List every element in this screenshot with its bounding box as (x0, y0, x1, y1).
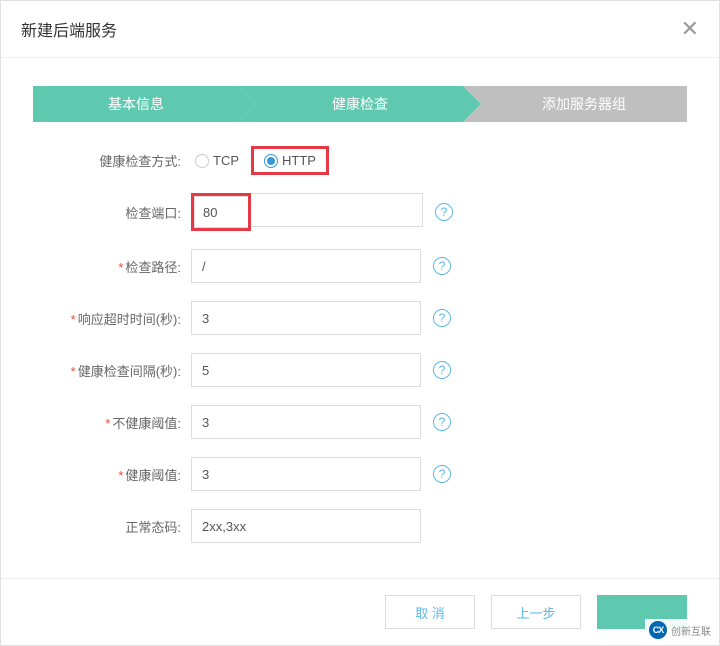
input-wrap: ? (191, 301, 451, 335)
input-status-code[interactable] (191, 509, 421, 543)
label-check-path: 检查路径: (61, 257, 191, 276)
row-unhealthy-threshold: 不健康阈值: ? (61, 405, 659, 439)
modal-title: 新建后端服务 (21, 17, 117, 41)
input-wrap (191, 509, 421, 543)
radio-icon (195, 154, 209, 168)
input-extend (251, 193, 423, 227)
close-button[interactable]: ✕ (681, 18, 699, 40)
label-unhealthy-threshold: 不健康阈值: (61, 413, 191, 432)
radio-label: TCP (213, 153, 239, 168)
row-status-code: 正常态码: (61, 509, 659, 543)
input-response-timeout[interactable] (191, 301, 421, 335)
input-wrap: ? (191, 457, 451, 491)
watermark-text: 创新互联 (671, 623, 711, 638)
input-healthy-threshold[interactable] (191, 457, 421, 491)
input-unhealthy-threshold[interactable] (191, 405, 421, 439)
help-icon[interactable]: ? (435, 203, 453, 221)
radio-icon-checked (264, 154, 278, 168)
row-response-timeout: 响应超时时间(秒): ? (61, 301, 659, 335)
step-basic-info[interactable]: 基本信息 (33, 86, 239, 122)
row-check-method: 健康检查方式: TCP HTTP (61, 146, 659, 175)
row-check-interval: 健康检查间隔(秒): ? (61, 353, 659, 387)
radio-label: HTTP (282, 153, 316, 168)
prev-button[interactable]: 上一步 (491, 595, 581, 629)
close-icon: ✕ (681, 16, 699, 41)
cancel-button[interactable]: 取 消 (385, 595, 475, 629)
input-wrap: ? (191, 249, 451, 283)
steps-nav: 基本信息 健康检查 添加服务器组 (33, 86, 687, 122)
label-check-port: 检查端口: (61, 203, 191, 222)
step-label: 添加服务器组 (542, 94, 626, 114)
input-wrap: ? (191, 193, 453, 231)
step-add-server-group[interactable]: 添加服务器组 (463, 86, 687, 122)
label-healthy-threshold: 健康阈值: (61, 465, 191, 484)
watermark: CX 创新互联 (645, 619, 715, 641)
help-icon[interactable]: ? (433, 413, 451, 431)
step-label: 基本信息 (108, 94, 164, 114)
input-wrap: ? (191, 405, 451, 439)
label-status-code: 正常态码: (61, 517, 191, 536)
label-response-timeout: 响应超时时间(秒): (61, 309, 191, 328)
radio-tcp[interactable]: TCP (191, 151, 243, 170)
help-icon[interactable]: ? (433, 257, 451, 275)
help-icon[interactable]: ? (433, 309, 451, 327)
radio-http[interactable]: HTTP (260, 151, 320, 170)
label-check-interval: 健康检查间隔(秒): (61, 361, 191, 380)
highlight-http: HTTP (251, 146, 329, 175)
row-healthy-threshold: 健康阈值: ? (61, 457, 659, 491)
help-icon[interactable]: ? (433, 465, 451, 483)
radio-group-method: TCP HTTP (191, 146, 329, 175)
modal-dialog: 新建后端服务 ✕ 基本信息 健康检查 添加服务器组 健康检查方式: TCP (0, 0, 720, 646)
step-health-check[interactable]: 健康检查 (239, 86, 463, 122)
row-check-path: 检查路径: ? (61, 249, 659, 283)
input-check-path[interactable] (191, 249, 421, 283)
highlight-port (191, 193, 251, 231)
input-check-interval[interactable] (191, 353, 421, 387)
row-check-port: 检查端口: ? (61, 193, 659, 231)
input-wrap: ? (191, 353, 451, 387)
label-check-method: 健康检查方式: (61, 151, 191, 170)
form: 健康检查方式: TCP HTTP 检查端口: (1, 146, 719, 543)
help-icon[interactable]: ? (433, 361, 451, 379)
modal-footer: 取 消 上一步 (1, 578, 719, 645)
step-label: 健康检查 (332, 94, 388, 114)
watermark-logo-icon: CX (649, 621, 667, 639)
input-check-port[interactable] (194, 196, 248, 228)
modal-header: 新建后端服务 ✕ (1, 1, 719, 58)
